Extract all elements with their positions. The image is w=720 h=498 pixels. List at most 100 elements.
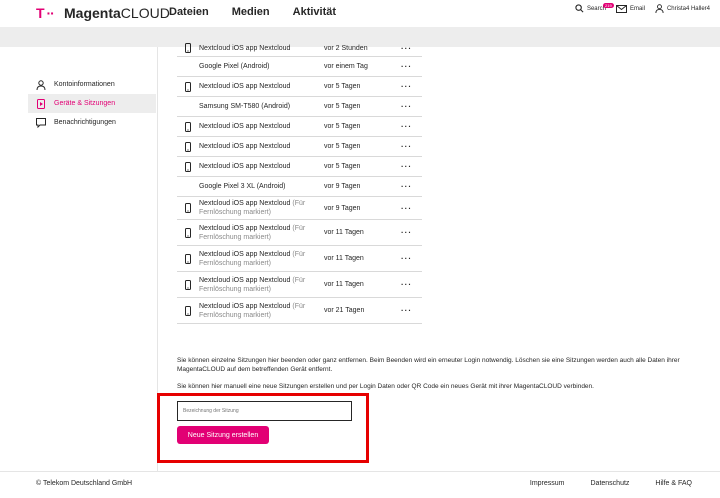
sidebar: Kontoinformationen Geräte & Sitzungen Be… <box>28 75 156 132</box>
brand-bold: Magenta <box>64 5 121 21</box>
copyright: © Telekom Deutschland GmbH <box>36 480 133 487</box>
footer-link-datenschutz[interactable]: Datenschutz <box>591 480 630 487</box>
device-last-active: vor 5 Tagen <box>324 143 361 150</box>
device-row: Nextcloud iOS app Nextcloud vor 5 Tagen ··… <box>177 117 422 137</box>
device-name-text: Nextcloud iOS app Nextcloud <box>199 163 291 170</box>
device-name-text: Nextcloud iOS app Nextcloud <box>199 123 291 130</box>
device-last-active: vor 11 Tagen <box>324 229 364 236</box>
device-list: Nextcloud iOS app Nextcloud vor 2 Stunden… <box>177 40 422 324</box>
person-icon <box>36 79 46 90</box>
device-name: Nextcloud iOS app Nextcloud <box>199 122 324 131</box>
footer-link-impressum[interactable]: Impressum <box>530 480 565 487</box>
device-row: Nextcloud iOS app Nextcloud (Für Fernlös… <box>177 272 422 298</box>
phone-icon <box>177 253 199 264</box>
top-header: T ·· MagentaCLOUD Dateien Medien Aktivit… <box>0 0 720 27</box>
device-name: Nextcloud iOS app Nextcloud <box>199 82 324 91</box>
device-last-active: vor 5 Tagen <box>324 103 361 110</box>
more-actions-button[interactable]: ··· <box>401 280 422 289</box>
more-actions-button[interactable]: ··· <box>401 44 422 53</box>
device-name-text: Nextcloud iOS app Nextcloud <box>199 200 291 207</box>
device-last-active: vor einem Tag <box>324 63 368 70</box>
email-label: Email <box>629 5 645 12</box>
device-last-active: vor 5 Tagen <box>324 163 361 170</box>
sidebar-item-label: Geräte & Sitzungen <box>54 100 116 107</box>
brand-name[interactable]: MagentaCLOUD <box>64 5 170 21</box>
user-menu[interactable]: Christa4 Haller4 <box>655 4 710 13</box>
phone-icon <box>177 203 199 213</box>
more-actions-button[interactable]: ··· <box>401 254 422 263</box>
sidebar-item-kontoinformationen[interactable]: Kontoinformationen <box>28 75 156 94</box>
device-row: Nextcloud iOS app Nextcloud (Für Fernlös… <box>177 197 422 220</box>
phone-icon <box>177 43 199 53</box>
chat-icon <box>36 117 46 128</box>
more-actions-button[interactable]: ··· <box>401 306 422 315</box>
device-last-active: vor 9 Tagen <box>324 183 361 190</box>
device-name-text: Google Pixel (Android) <box>199 63 270 70</box>
more-actions-button[interactable]: ··· <box>401 182 422 191</box>
telekom-logo[interactable]: T ·· <box>36 5 55 21</box>
device-last-active: vor 11 Tagen <box>324 255 364 262</box>
more-actions-button[interactable]: ··· <box>401 62 422 71</box>
device-name: Google Pixel (Android) <box>199 62 324 71</box>
device-name: Nextcloud iOS app Nextcloud (Für Fernlös… <box>199 224 324 242</box>
sidebar-item-geraete[interactable]: Geräte & Sitzungen <box>28 94 156 113</box>
search-icon <box>575 4 584 13</box>
device-name-text: Samsung SM-T580 (Android) <box>199 103 291 110</box>
nav-medien[interactable]: Medien <box>232 6 270 18</box>
device-name-text: Nextcloud iOS app Nextcloud <box>199 143 291 150</box>
phone-icon <box>177 141 199 152</box>
footer-link-hilfe[interactable]: Hilfe & FAQ <box>655 480 692 487</box>
device-name-text: Nextcloud iOS app Nextcloud <box>199 250 291 258</box>
highlight-box <box>157 393 369 463</box>
device-name: Nextcloud iOS app Nextcloud (Für Fernlös… <box>199 302 324 320</box>
device-name: Nextcloud iOS app Nextcloud (Für Fernlös… <box>199 276 324 294</box>
email-badge: 219 <box>603 3 614 8</box>
info-text-new-session: Sie können hier manuell eine neue Sitzun… <box>177 383 594 390</box>
nav-aktivitaet[interactable]: Aktivität <box>293 6 336 18</box>
device-name: Samsung SM-T580 (Android) <box>199 102 324 111</box>
brand-rest: CLOUD <box>120 5 170 21</box>
phone-icon <box>177 161 199 172</box>
more-actions-button[interactable]: ··· <box>401 102 422 111</box>
sidebar-item-benachrichtigungen[interactable]: Benachrichtigungen <box>28 113 156 132</box>
more-actions-button[interactable]: ··· <box>401 122 422 131</box>
main-nav: Dateien Medien Aktivität <box>169 6 359 18</box>
device-name-text: Nextcloud iOS app Nextcloud <box>199 224 291 232</box>
footer: © Telekom Deutschland GmbH Impressum Dat… <box>0 480 720 494</box>
info-text-sessions: Sie können einzelne Sitzungen hier beend… <box>177 357 680 373</box>
device-row: Nextcloud iOS app Nextcloud vor 5 Tagen ··… <box>177 157 422 177</box>
device-name: Nextcloud iOS app Nextcloud <box>199 142 324 151</box>
footer-links: Impressum Datenschutz Hilfe & FAQ <box>504 480 692 487</box>
nav-dateien[interactable]: Dateien <box>169 6 209 18</box>
search-button[interactable]: Search <box>575 4 606 13</box>
device-name-text: Nextcloud iOS app Nextcloud <box>199 44 291 52</box>
device-name: Nextcloud iOS app Nextcloud <box>199 162 324 171</box>
more-actions-button[interactable]: ··· <box>401 204 422 213</box>
more-actions-button[interactable]: ··· <box>401 142 422 151</box>
email-button[interactable]: Email <box>615 4 645 13</box>
more-actions-button[interactable]: ··· <box>401 82 422 91</box>
device-row: Nextcloud iOS app Nextcloud (Für Fernlös… <box>177 220 422 246</box>
header-tools: Search Email Christa4 Haller4 <box>575 4 720 13</box>
sidebar-item-label: Kontoinformationen <box>54 81 115 88</box>
more-actions-button[interactable]: ··· <box>401 162 422 171</box>
device-row: Google Pixel 3 XL (Android) vor 9 Tagen ··… <box>177 177 422 197</box>
device-last-active: vor 2 Stunden <box>324 44 368 52</box>
device-name-text: Nextcloud iOS app Nextcloud <box>199 302 291 310</box>
device-last-active: vor 5 Tagen <box>324 123 361 130</box>
more-actions-button[interactable]: ··· <box>401 228 422 237</box>
phone-icon <box>177 279 199 290</box>
envelope-icon <box>615 4 627 13</box>
device-name: Nextcloud iOS app Nextcloud <box>199 44 324 53</box>
device-name-text: Nextcloud iOS app Nextcloud <box>199 83 291 90</box>
device-row: Nextcloud iOS app Nextcloud (Für Fernlös… <box>177 246 422 272</box>
device-name-text: Nextcloud iOS app Nextcloud <box>199 276 291 284</box>
device-row: Nextcloud iOS app Nextcloud (Für Fernlös… <box>177 298 422 324</box>
phone-icon <box>177 121 199 132</box>
sidebar-item-label: Benachrichtigungen <box>54 119 116 126</box>
device-last-active: vor 11 Tagen <box>324 281 364 288</box>
user-name: Christa4 Haller4 <box>666 5 710 12</box>
device-name: Google Pixel 3 XL (Android) <box>199 182 324 191</box>
device-row: Samsung SM-T580 (Android) vor 5 Tagen ··· <box>177 97 422 117</box>
user-icon <box>655 4 664 13</box>
